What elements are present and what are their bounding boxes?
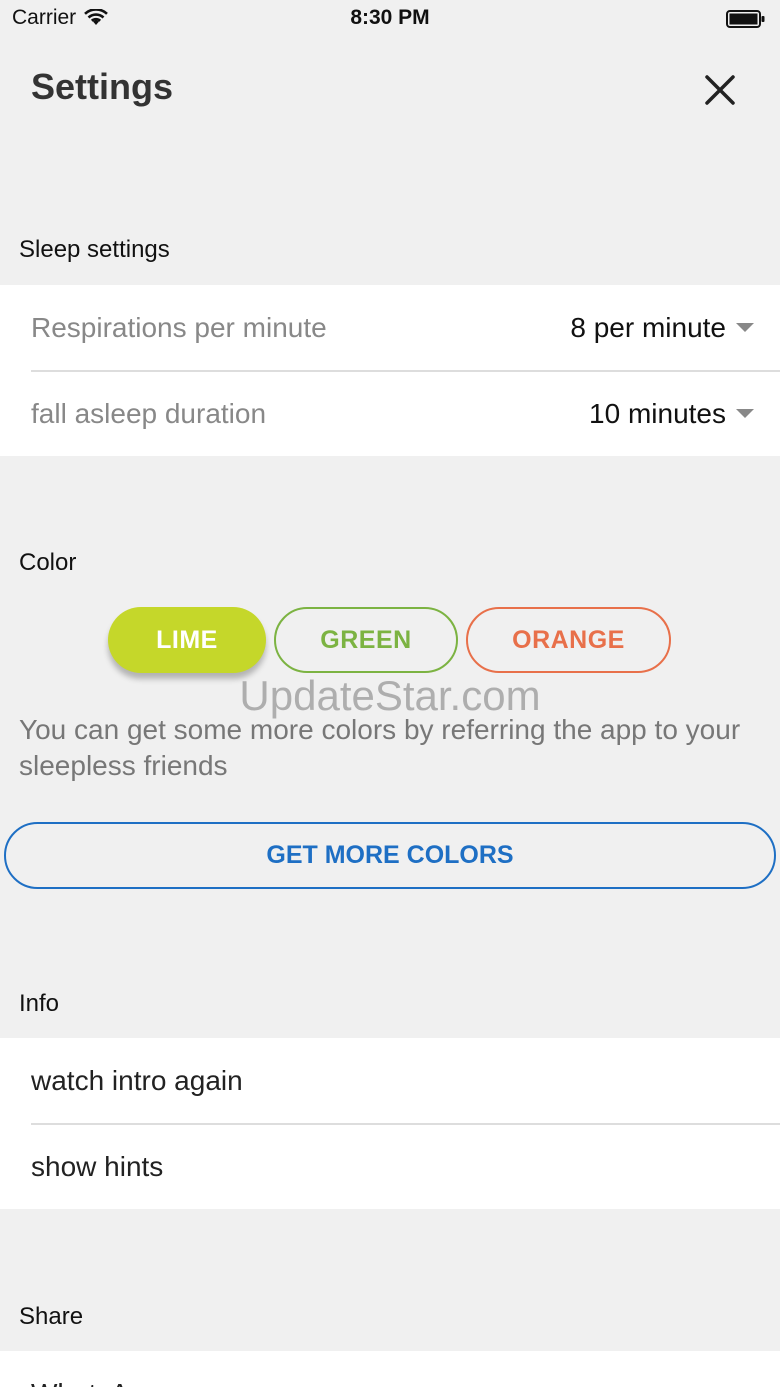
sleep-settings-group: Respirations per minute 8 per minute fal… [0,285,780,456]
section-color: Color [19,549,77,576]
status-time: 8:30 PM [350,6,430,29]
section-share: Share [19,1303,84,1330]
fall-asleep-row[interactable]: fall asleep duration 10 minutes [0,371,780,456]
show-hints-label: show hints [31,1151,164,1182]
dropdown-caret-icon[interactable] [736,409,754,418]
share-whatsapp-label: WhatsApp [31,1351,160,1387]
battery-icon [726,10,765,28]
share-group: WhatsApp [0,1351,780,1387]
info-group: watch intro again show hints [0,1038,780,1209]
respirations-value[interactable]: 8 per minute [570,285,726,370]
share-whatsapp-row[interactable]: WhatsApp [0,1351,780,1387]
color-orange-button[interactable]: ORANGE [466,607,671,673]
watch-intro-label: watch intro again [31,1065,243,1096]
color-green-button[interactable]: GREEN [274,607,458,673]
close-icon[interactable] [700,70,740,110]
respirations-label: Respirations per minute [31,312,327,343]
fall-asleep-value[interactable]: 10 minutes [589,371,726,456]
section-sleep-settings: Sleep settings [19,236,170,263]
respirations-row[interactable]: Respirations per minute 8 per minute [0,285,780,370]
color-note: You can get some more colors by referrin… [19,714,741,781]
get-more-colors-button[interactable]: GET MORE COLORS [4,822,776,889]
page-title: Settings [31,66,174,107]
fall-asleep-label: fall asleep duration [31,398,267,429]
watch-intro-row[interactable]: watch intro again [0,1038,780,1123]
show-hints-row[interactable]: show hints [0,1124,780,1209]
color-lime-button[interactable]: LIME [108,607,266,673]
dropdown-caret-icon[interactable] [736,323,754,332]
section-info: Info [19,990,60,1017]
